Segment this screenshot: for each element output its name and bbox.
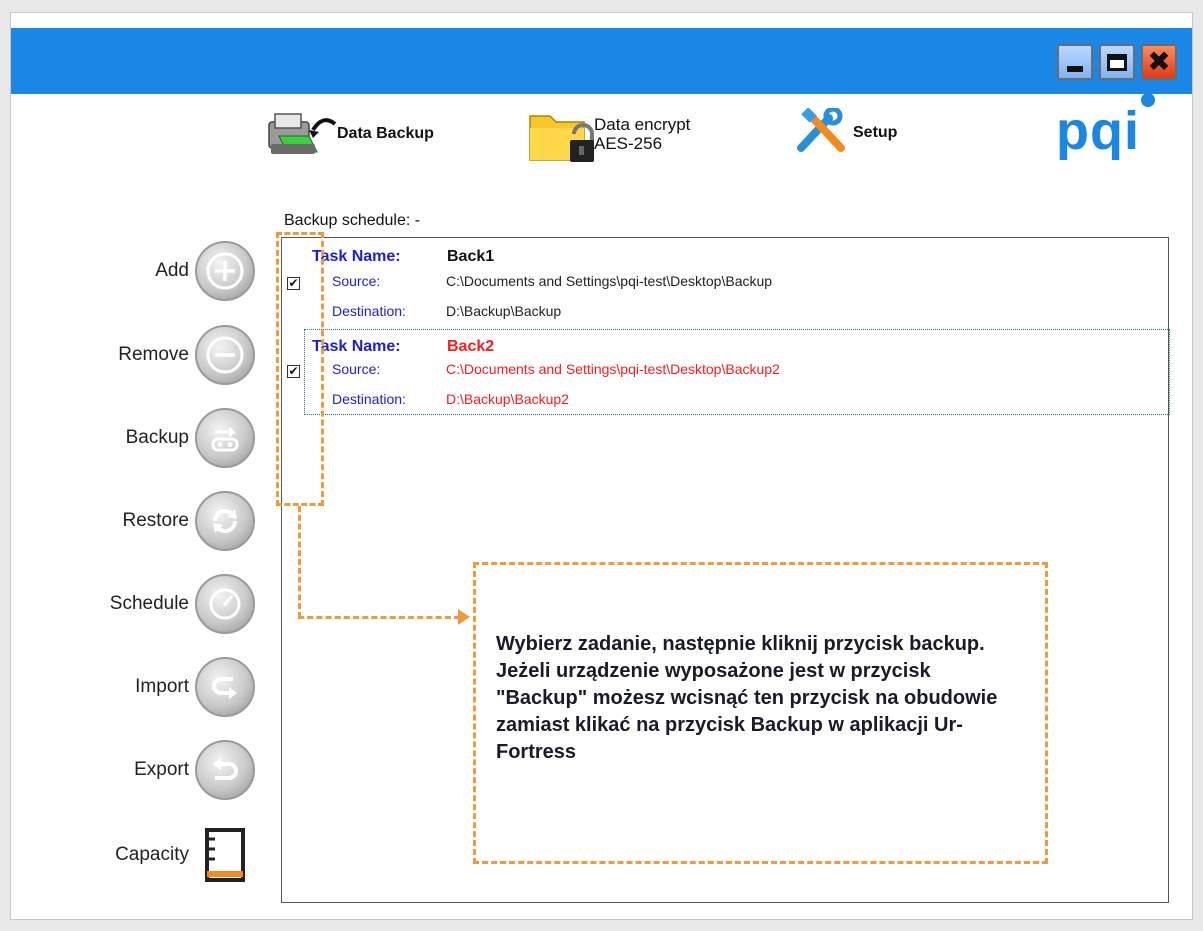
source-label: Source: xyxy=(332,361,381,377)
plus-icon xyxy=(195,241,255,301)
task-item[interactable]: Task Name: Back2 ✔ Source: C:\Documents … xyxy=(282,330,1168,416)
task-name-value: Back2 xyxy=(447,338,495,355)
sidebar-item-label: Remove xyxy=(118,344,189,365)
data-encrypt-labels: Data encrypt AES-256 xyxy=(594,115,690,153)
setup-button[interactable]: Setup xyxy=(795,108,897,156)
sidebar-item-add[interactable]: Add xyxy=(40,241,255,301)
data-encrypt-sublabel: AES-256 xyxy=(594,134,663,153)
sidebar-item-label: Capacity xyxy=(115,844,189,865)
maximize-button[interactable] xyxy=(1099,44,1135,80)
sidebar-item-label: Export xyxy=(134,759,189,780)
checkbox-highlight-outline xyxy=(276,232,324,506)
data-backup-label: Data Backup xyxy=(337,124,434,142)
minus-icon xyxy=(195,325,255,385)
sidebar-item-capacity[interactable]: Capacity xyxy=(40,825,255,885)
instruction-text: Wybierz zadanie, następnie kliknij przyc… xyxy=(496,633,998,763)
tools-icon xyxy=(797,108,845,152)
source-path: C:\Documents and Settings\pqi-test\Deskt… xyxy=(446,273,773,289)
sidebar-item-export[interactable]: Export xyxy=(40,740,255,800)
task-name-value: Back1 xyxy=(447,248,495,265)
destination-path: D:\Backup\Backup xyxy=(446,303,562,319)
folder-lock-icon xyxy=(529,115,594,162)
data-backup-button[interactable]: Data Backup xyxy=(265,108,434,158)
logo-dot xyxy=(1141,93,1155,107)
destination-path: D:\Backup\Backup2 xyxy=(446,391,569,407)
minimize-icon xyxy=(1067,66,1083,72)
task-name-label: Task Name: xyxy=(312,338,401,355)
export-icon xyxy=(195,740,255,800)
sidebar-item-label: Restore xyxy=(122,510,189,531)
data-backup-icon xyxy=(268,113,337,154)
sidebar-item-label: Schedule xyxy=(109,593,189,614)
sidebar-item-import[interactable]: Import xyxy=(40,657,255,717)
backup-schedule-title: Backup schedule: - xyxy=(284,212,421,229)
minimize-button[interactable] xyxy=(1057,44,1093,80)
task-item[interactable]: Task Name: Back1 ✔ Source: C:\Documents … xyxy=(282,238,1168,326)
destination-label: Destination: xyxy=(332,391,406,407)
sidebar-item-label: Add xyxy=(155,260,189,281)
callout-connector-horizontal xyxy=(298,616,460,619)
sidebar-item-label: Backup xyxy=(125,427,189,448)
source-path: C:\Documents and Settings\pqi-test\Deskt… xyxy=(446,361,780,377)
source-label: Source: xyxy=(332,273,381,289)
import-icon xyxy=(195,657,255,717)
data-encrypt-button[interactable]: Data encrypt AES-256 xyxy=(528,104,690,164)
clock-icon xyxy=(195,574,255,634)
close-button[interactable]: ✖ xyxy=(1141,44,1177,80)
close-icon: ✖ xyxy=(1147,45,1171,78)
callout-connector-vertical xyxy=(298,506,301,618)
restore-icon xyxy=(195,491,255,551)
sidebar-item-remove[interactable]: Remove xyxy=(40,325,255,385)
instruction-callout: Wybierz zadanie, następnie kliknij przyc… xyxy=(473,562,1048,864)
title-bar[interactable] xyxy=(11,28,1192,94)
sidebar-item-restore[interactable]: Restore xyxy=(40,491,255,551)
backup-icon xyxy=(195,408,255,468)
pqi-logo: pqi xyxy=(1056,101,1140,161)
task-name-label: Task Name: xyxy=(312,248,401,265)
sidebar-item-backup[interactable]: Backup xyxy=(40,408,255,468)
sidebar-item-schedule[interactable]: Schedule xyxy=(40,574,255,634)
data-encrypt-label: Data encrypt xyxy=(594,115,691,134)
arrow-right-icon xyxy=(458,609,470,625)
sidebar-item-label: Import xyxy=(135,676,189,697)
destination-label: Destination: xyxy=(332,303,406,319)
setup-label: Setup xyxy=(853,123,898,141)
maximize-icon xyxy=(1107,53,1127,71)
capacity-icon xyxy=(195,825,255,885)
